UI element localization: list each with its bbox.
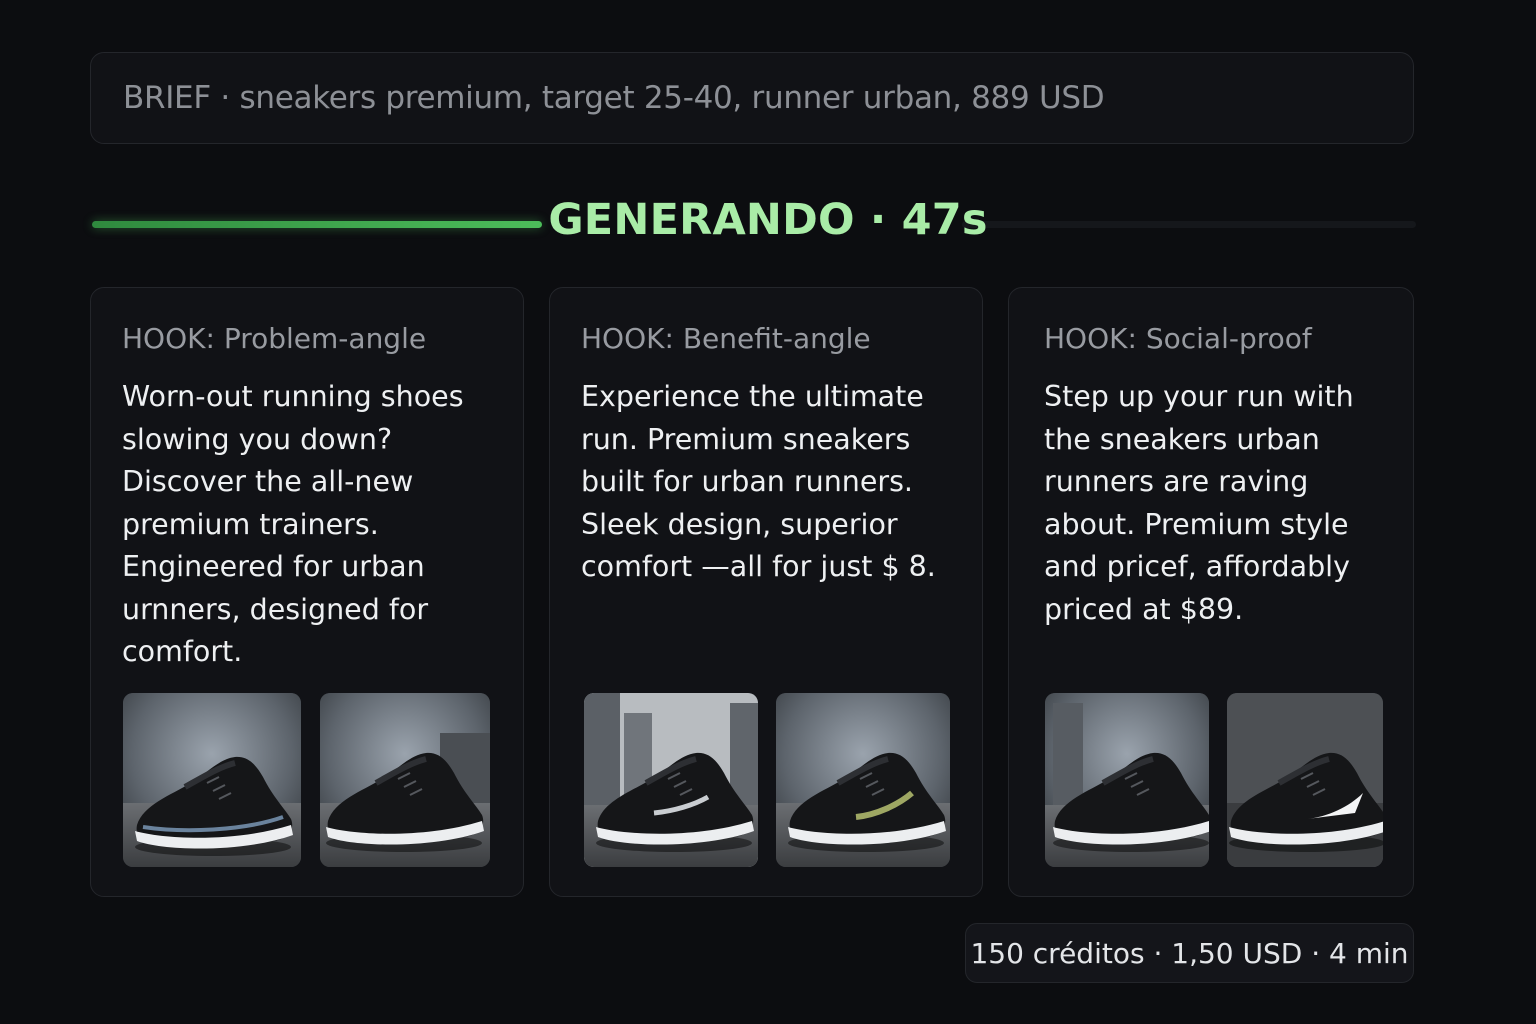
cost-summary-badge: 150 créditos · 1,50 USD · 4 min <box>965 923 1414 983</box>
sneaker-image[interactable] <box>1045 693 1209 867</box>
sneaker-image[interactable] <box>776 693 950 867</box>
ad-copy: Worn-out running shoes slowing you down?… <box>122 380 464 668</box>
generation-screen: BRIEF · sneakers premium, target 25-40, … <box>0 0 1536 1024</box>
hook-label: HOOK: Benefit-angle <box>581 322 871 355</box>
hook-label: HOOK: Problem-angle <box>122 322 427 355</box>
cost-summary-text: 150 créditos · 1,50 USD · 4 min <box>970 936 1409 970</box>
progress-track <box>962 221 1416 228</box>
hook-label: HOOK: Social-proof <box>1044 322 1312 355</box>
ad-variant-card[interactable]: HOOK: Social-proof Step up your run with… <box>1008 287 1414 897</box>
sneaker-image[interactable] <box>123 693 301 867</box>
ad-variant-card[interactable]: HOOK: Problem-angle Worn-out running sho… <box>90 287 524 897</box>
sneaker-image[interactable] <box>1227 693 1383 867</box>
generation-status: GENERANDO · 47s <box>548 195 988 245</box>
ad-copy: Experience the ultimate run. Premium sne… <box>581 380 936 583</box>
brief-text: BRIEF · sneakers premium, target 25-40, … <box>123 80 1105 116</box>
progress-fill <box>92 221 542 228</box>
ad-variant-card[interactable]: HOOK: Benefit-angle Experience the ultim… <box>549 287 983 897</box>
sneaker-image[interactable] <box>584 693 758 867</box>
sneaker-image[interactable] <box>320 693 490 867</box>
ad-copy: Step up your run with the sneakers urban… <box>1044 380 1354 626</box>
brief-bar[interactable]: BRIEF · sneakers premium, target 25-40, … <box>90 52 1414 144</box>
generation-progress: GENERANDO · 47s <box>92 190 1416 250</box>
